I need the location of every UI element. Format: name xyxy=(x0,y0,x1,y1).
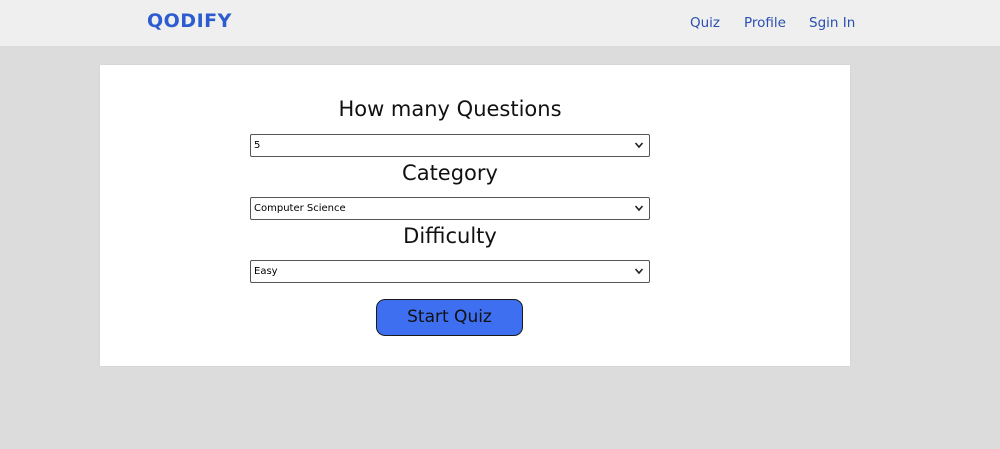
chevron-down-icon xyxy=(634,142,644,149)
nav-link-sign-in[interactable]: Sgin In xyxy=(809,15,855,31)
difficulty-label: Difficulty xyxy=(403,224,497,248)
category-select[interactable]: Computer Science xyxy=(250,197,650,220)
nav-link-profile[interactable]: Profile xyxy=(744,15,786,31)
difficulty-value: Easy xyxy=(254,266,278,277)
navbar: QODIFY Quiz Profile Sgin In xyxy=(0,0,1000,46)
start-quiz-button[interactable]: Start Quiz xyxy=(376,299,523,336)
nav-link-quiz[interactable]: Quiz xyxy=(690,15,720,31)
chevron-down-icon xyxy=(634,268,644,275)
start-quiz-label: Start Quiz xyxy=(407,307,492,327)
category-label: Category xyxy=(402,161,498,185)
difficulty-select[interactable]: Easy xyxy=(250,260,650,283)
category-value: Computer Science xyxy=(254,203,346,214)
questions-count-label: How many Questions xyxy=(338,97,562,121)
logo[interactable]: QODIFY xyxy=(147,10,232,32)
questions-count-value: 5 xyxy=(254,140,261,151)
chevron-down-icon xyxy=(634,205,644,212)
questions-count-select[interactable]: 5 xyxy=(250,134,650,157)
